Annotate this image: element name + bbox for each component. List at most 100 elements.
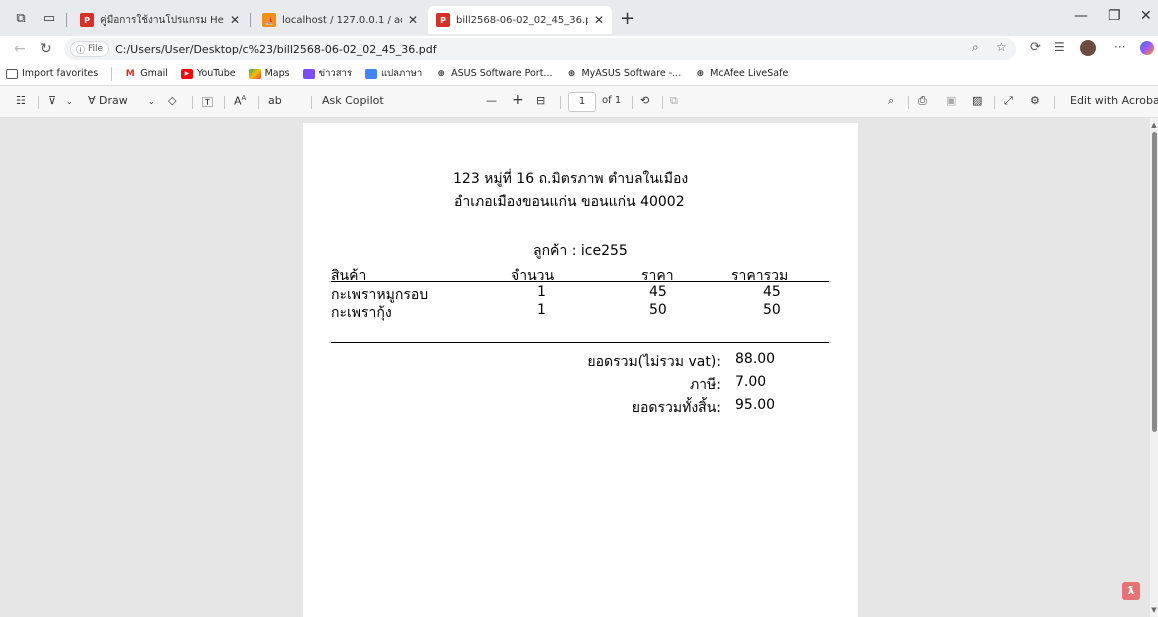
draw-icon: ∀ bbox=[88, 94, 96, 107]
favorite-asus-portal[interactable]: ⊕ ASUS Software Port... bbox=[435, 68, 552, 79]
row-qty: 1 bbox=[537, 284, 546, 300]
favorite-maps[interactable]: Maps bbox=[248, 68, 290, 79]
row-qty: 1 bbox=[537, 302, 546, 318]
phpmyadmin-icon: ⛵ bbox=[262, 13, 276, 27]
info-icon: ⓘ bbox=[76, 45, 86, 56]
favorite-label: Import favorites bbox=[22, 68, 99, 79]
tab-actions-icon[interactable]: ▭ bbox=[40, 9, 58, 27]
favorites-list-icon[interactable]: ☰ bbox=[1054, 40, 1065, 54]
toolbar-divider bbox=[1054, 96, 1055, 109]
scroll-down-arrow-icon[interactable]: ▼ bbox=[1150, 606, 1158, 614]
fit-page-icon[interactable]: ⊟ bbox=[536, 94, 545, 107]
favorite-star-icon[interactable]: ☆ bbox=[996, 40, 1007, 54]
pdf-icon: P bbox=[436, 13, 450, 27]
minimize-icon[interactable]: — bbox=[1074, 8, 1088, 24]
tab-strip: ⧉ ▭ P คู่มือการใช้งานโปรแกรม Healthy Sal… bbox=[0, 0, 1158, 36]
row-price: 45 bbox=[649, 284, 667, 300]
back-arrow-icon[interactable]: ← bbox=[14, 41, 26, 57]
favorite-label: MyASUS Software -... bbox=[581, 68, 682, 79]
close-tab-icon[interactable]: ✕ bbox=[594, 13, 604, 27]
favorite-label: แปลภาษา bbox=[380, 68, 423, 79]
save-icon[interactable]: ▣ bbox=[946, 94, 956, 107]
tab-manual[interactable]: P คู่มือการใช้งานโปรแกรม Healthy Salad ✕ bbox=[72, 6, 248, 34]
toolbar-divider bbox=[311, 96, 312, 109]
zoom-icon[interactable]: ⌕ bbox=[972, 40, 979, 55]
read-aloud-button[interactable]: ab bbox=[268, 94, 282, 107]
page-view-icon[interactable]: ⧉ bbox=[670, 94, 678, 108]
pdf-viewer[interactable]: 123 หมู่ที่ 16 ถ.มิตรภาพ ตำบลในเมือง อำเ… bbox=[0, 118, 1150, 617]
rotate-icon[interactable]: ⟲ bbox=[640, 94, 649, 107]
refresh-icon[interactable]: ↻ bbox=[40, 41, 52, 57]
search-icon[interactable]: ⌕ bbox=[888, 94, 894, 108]
pdf-toolbar: ☷ ⊽ ⌄ ∀ Draw ⌄ ◇ 🅃 AA ab Ask Copilot — +… bbox=[0, 86, 1158, 118]
page-number-input[interactable]: 1 bbox=[568, 92, 596, 112]
globe-icon: ⊕ bbox=[437, 68, 445, 79]
eraser-icon[interactable]: ◇ bbox=[168, 94, 176, 107]
zoom-out-button[interactable]: — bbox=[486, 94, 497, 107]
favorite-translate[interactable]: แปลภาษา bbox=[364, 66, 423, 81]
settings-gear-icon[interactable]: ⚙ bbox=[1030, 94, 1040, 107]
close-window-icon[interactable]: ✕ bbox=[1140, 8, 1152, 24]
draw-button[interactable]: ∀ Draw bbox=[88, 94, 128, 107]
toolbar-divider bbox=[560, 96, 561, 109]
favorite-gmail[interactable]: M Gmail bbox=[124, 68, 168, 79]
summary-rule bbox=[331, 342, 829, 343]
favorite-label: ข่าวสาร bbox=[318, 68, 352, 79]
save-as-icon[interactable]: ▨ bbox=[972, 94, 982, 107]
favorite-label: Gmail bbox=[140, 68, 168, 79]
tab-divider bbox=[66, 13, 67, 27]
contents-icon[interactable]: ☷ bbox=[16, 94, 26, 107]
toolbar-divider bbox=[258, 96, 259, 109]
import-icon bbox=[6, 68, 18, 79]
pdf-icon: P bbox=[80, 13, 94, 27]
acrobat-float-icon[interactable]: ƛ bbox=[1122, 582, 1140, 600]
favorite-mcafee[interactable]: ⊕ McAfee LiveSafe bbox=[694, 68, 788, 79]
add-text-icon[interactable]: 🅃 bbox=[202, 94, 213, 110]
more-menu-icon[interactable]: ··· bbox=[1114, 40, 1125, 54]
extensions-icon[interactable]: ⟳ bbox=[1030, 40, 1041, 55]
tab-phpmyadmin[interactable]: ⛵ localhost / 127.0.0.1 / admin / use ✕ bbox=[254, 6, 426, 34]
copilot-icon[interactable] bbox=[1140, 41, 1154, 55]
toolbar-divider bbox=[224, 96, 225, 109]
favorite-news[interactable]: ข่าวสาร bbox=[302, 66, 352, 81]
tab-title: คู่มือการใช้งานโปรแกรม Healthy Salad bbox=[100, 14, 224, 26]
edit-with-acrobat-button[interactable]: Edit with Acrobat bbox=[1070, 94, 1158, 107]
globe-icon: ⊕ bbox=[567, 68, 576, 79]
address-row: ← ↻ ⓘ File C:/Users/User/Desktop/c%23/bi… bbox=[0, 36, 1158, 62]
highlight-icon[interactable]: ⊽ bbox=[48, 94, 56, 107]
tab-bill-pdf[interactable]: P bill2568-06-02_02_45_36.pdf ✕ bbox=[428, 6, 612, 34]
favorite-import[interactable]: Import favorites bbox=[6, 68, 98, 79]
scroll-up-arrow-icon[interactable]: ▲ bbox=[1150, 121, 1158, 129]
toolbar-divider bbox=[192, 96, 193, 109]
favorite-label: ASUS Software Port... bbox=[451, 68, 553, 79]
favorite-myasus[interactable]: ⊕ MyASUS Software -... bbox=[565, 68, 682, 79]
chevron-down-icon[interactable]: ⌄ bbox=[66, 97, 73, 106]
scrollbar-thumb[interactable] bbox=[1152, 132, 1157, 432]
favorite-youtube[interactable]: ▶ YouTube bbox=[180, 68, 236, 79]
workspaces-icon[interactable]: ⧉ bbox=[12, 9, 30, 27]
address-bar[interactable]: ⓘ File C:/Users/User/Desktop/c%23/bill25… bbox=[64, 38, 1016, 60]
restore-icon[interactable]: ❐ bbox=[1108, 8, 1121, 24]
print-icon[interactable]: ⎙ bbox=[918, 94, 927, 108]
scheme-label: File bbox=[88, 44, 104, 54]
fullscreen-icon[interactable]: ⤢ bbox=[1004, 94, 1013, 108]
grand-total-value: 95.00 bbox=[735, 397, 776, 413]
ask-copilot-button[interactable]: Ask Copilot bbox=[322, 94, 384, 107]
close-tab-icon[interactable]: ✕ bbox=[408, 13, 418, 27]
text-size-button[interactable]: AA bbox=[234, 94, 246, 108]
row-total: 50 bbox=[763, 302, 781, 318]
profile-avatar[interactable] bbox=[1080, 40, 1096, 56]
chevron-down-icon[interactable]: ⌄ bbox=[148, 97, 155, 106]
store-address-line1: 123 หมู่ที่ 16 ถ.มิตรภาพ ตำบลในเมือง bbox=[453, 171, 689, 187]
close-tab-icon[interactable]: ✕ bbox=[230, 13, 240, 27]
toolbar-divider bbox=[632, 96, 633, 109]
tax-value: 7.00 bbox=[735, 374, 767, 390]
new-tab-button[interactable]: + bbox=[620, 8, 635, 29]
header-rule bbox=[331, 281, 829, 282]
favorite-label: Maps bbox=[264, 68, 290, 79]
site-info-chip[interactable]: ⓘ File bbox=[70, 41, 110, 57]
toolbar-divider bbox=[908, 96, 909, 109]
zoom-in-button[interactable]: + bbox=[512, 92, 524, 108]
tax-label: ภาษี: bbox=[689, 377, 721, 393]
maps-icon bbox=[248, 68, 261, 79]
